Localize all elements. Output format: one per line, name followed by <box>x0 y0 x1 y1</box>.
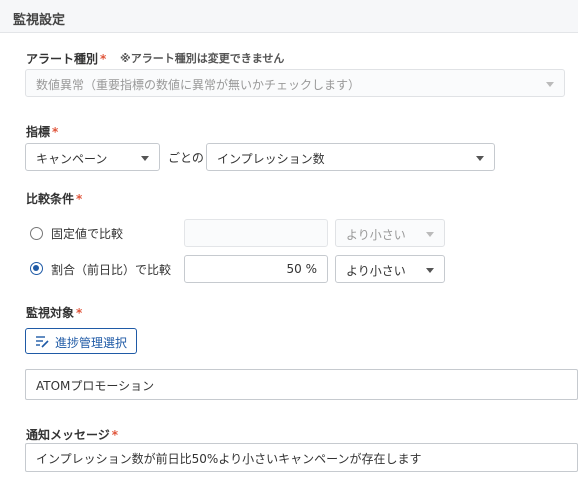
section-title: 監視設定 <box>13 13 66 28</box>
required-mark: * <box>100 52 107 66</box>
ratio-input[interactable]: 50 % <box>184 255 328 283</box>
target-label: 監視対象 * <box>26 306 83 320</box>
chevron-down-icon <box>426 268 434 273</box>
metric-label: 指標 * <box>26 125 59 139</box>
radio-ratio[interactable] <box>30 262 43 275</box>
message-value: インプレッション数が前日比50%より小さいキャンペーンが存在します <box>36 452 422 466</box>
target-display-box: ATOMプロモーション <box>25 369 578 400</box>
metric-value: インプレッション数 <box>217 152 325 166</box>
alert-type-label: アラート種別 * <box>26 52 107 66</box>
select-progress-button[interactable]: 進捗管理選択 <box>25 328 137 354</box>
required-mark: * <box>76 306 83 320</box>
fixed-operator-select: より小さい <box>335 219 445 247</box>
chevron-down-icon <box>141 156 149 161</box>
chevron-down-icon <box>426 232 434 237</box>
metric-group-select[interactable]: キャンペーン <box>25 143 160 171</box>
list-edit-icon <box>36 336 49 348</box>
radio-dot <box>33 265 39 271</box>
target-value: ATOMプロモーション <box>36 379 155 393</box>
chevron-down-icon <box>476 156 484 161</box>
metric-group-value: キャンペーン <box>36 152 108 166</box>
alert-type-note: ※アラート種別は変更できません <box>120 52 285 65</box>
ratio-operator-select[interactable]: より小さい <box>335 255 445 283</box>
alert-type-value: 数値異常（重要指標の数値に異常が無いかチェックします） <box>36 78 361 92</box>
ratio-input-value: 50 % <box>286 262 318 276</box>
chevron-down-icon <box>546 82 554 87</box>
metric-select[interactable]: インプレッション数 <box>206 143 495 171</box>
select-progress-button-label: 進捗管理選択 <box>55 336 128 350</box>
metric-connector-text: ごとの <box>168 151 204 165</box>
required-mark: * <box>76 192 83 206</box>
required-mark: * <box>111 428 119 442</box>
required-mark: * <box>52 125 59 139</box>
section-header: 監視設定 <box>0 0 578 33</box>
fixed-operator-value: より小さい <box>346 228 406 242</box>
radio-fixed-value[interactable] <box>30 227 43 240</box>
message-input[interactable]: インプレッション数が前日比50%より小さいキャンペーンが存在します <box>25 443 578 472</box>
comparison-label: 比較条件 * <box>26 192 83 206</box>
message-label: 通知メッセージ * <box>26 428 119 442</box>
ratio-operator-value: より小さい <box>346 264 406 278</box>
radio-ratio-label[interactable]: 割合（前日比）で比較 <box>51 261 171 278</box>
alert-type-select: 数値異常（重要指標の数値に異常が無いかチェックします） <box>25 69 565 97</box>
fixed-value-input <box>184 219 328 247</box>
radio-fixed-value-label[interactable]: 固定値で比較 <box>51 225 123 242</box>
